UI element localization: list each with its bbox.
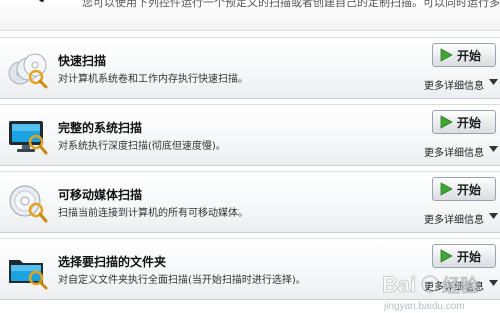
quick-scan-discs-icon (8, 53, 48, 89)
scan-description: 扫描当前连接到计算机的所有可移动媒体。 (58, 208, 248, 219)
monitor-scan-icon (9, 121, 48, 155)
start-button-label: 开始 (457, 49, 482, 63)
scan-title: 完整的系统扫描 (58, 121, 143, 135)
chevron-down-icon (489, 146, 498, 152)
removable-media-icon (9, 185, 48, 223)
more-details-label: 更多详细信息 (424, 282, 484, 293)
more-details-dropdown[interactable]: 更多详细信息 (424, 278, 498, 293)
more-details-label: 更多详细信息 (424, 215, 484, 226)
scan-description: 对自定义文件夹执行全面扫描(当开始扫描时进行选择)。 (58, 275, 306, 286)
chevron-down-icon (489, 79, 498, 85)
play-icon (440, 115, 453, 129)
scan-card-removable-media: 可移动媒体扫描 扫描当前连接到计算机的所有可移动媒体。 开始 更多详细信息 (0, 171, 500, 233)
more-details-label: 更多详细信息 (424, 81, 484, 92)
play-icon (440, 182, 453, 196)
scan-title: 快速扫描 (58, 54, 107, 68)
more-details-dropdown[interactable]: 更多详细信息 (424, 144, 498, 159)
scan-description: 对计算机系统卷和工作内存执行快速扫描。 (58, 74, 248, 85)
more-details-dropdown[interactable]: 更多详细信息 (424, 211, 498, 226)
scan-title: 可移动媒体扫描 (58, 188, 143, 202)
start-full-scan-button[interactable]: 开始 (432, 110, 496, 134)
start-button-label: 开始 (457, 183, 482, 197)
chevron-down-icon (489, 280, 498, 286)
scan-card-quick: 快速扫描 对计算机系统卷和工作内存执行快速扫描。 开始 更多详细信息 (0, 37, 500, 99)
start-button-label: 开始 (457, 250, 482, 264)
header-description: 您可以使用下列控件运行一个预定义的扫描或者创建自己的定制扫描。可以同时运行多个扫… (82, 0, 500, 9)
start-quick-scan-button[interactable]: 开始 (432, 43, 496, 67)
play-icon (440, 249, 453, 263)
scan-card-folder: 选择要扫描的文件夹 对自定义文件夹执行全面扫描(当开始扫描时进行选择)。 开始 … (0, 238, 500, 300)
folder-scan-icon (9, 260, 48, 290)
watermark-url: jingyan.baidu.com (383, 301, 465, 312)
start-button-label: 开始 (457, 116, 482, 130)
scan-title: 选择要扫描的文件夹 (58, 255, 167, 269)
scan-card-full-system: 完整的系统扫描 对系统执行深度扫描(彻底但速度慢)。 开始 更多详细信息 (0, 104, 500, 166)
header-strip: 您可以使用下列控件运行一个预定义的扫描或者创建自己的定制扫描。可以同时运行多个扫… (0, 0, 500, 31)
chevron-down-icon (489, 213, 498, 219)
start-folder-scan-button[interactable]: 开始 (432, 244, 496, 268)
more-details-dropdown[interactable]: 更多详细信息 (424, 77, 498, 92)
magnifier-handle-icon (38, 0, 44, 2)
start-removable-scan-button[interactable]: 开始 (432, 177, 496, 201)
play-icon (440, 48, 453, 62)
more-details-label: 更多详细信息 (424, 148, 484, 159)
scan-description: 对系统执行深度扫描(彻底但速度慢)。 (58, 141, 226, 152)
